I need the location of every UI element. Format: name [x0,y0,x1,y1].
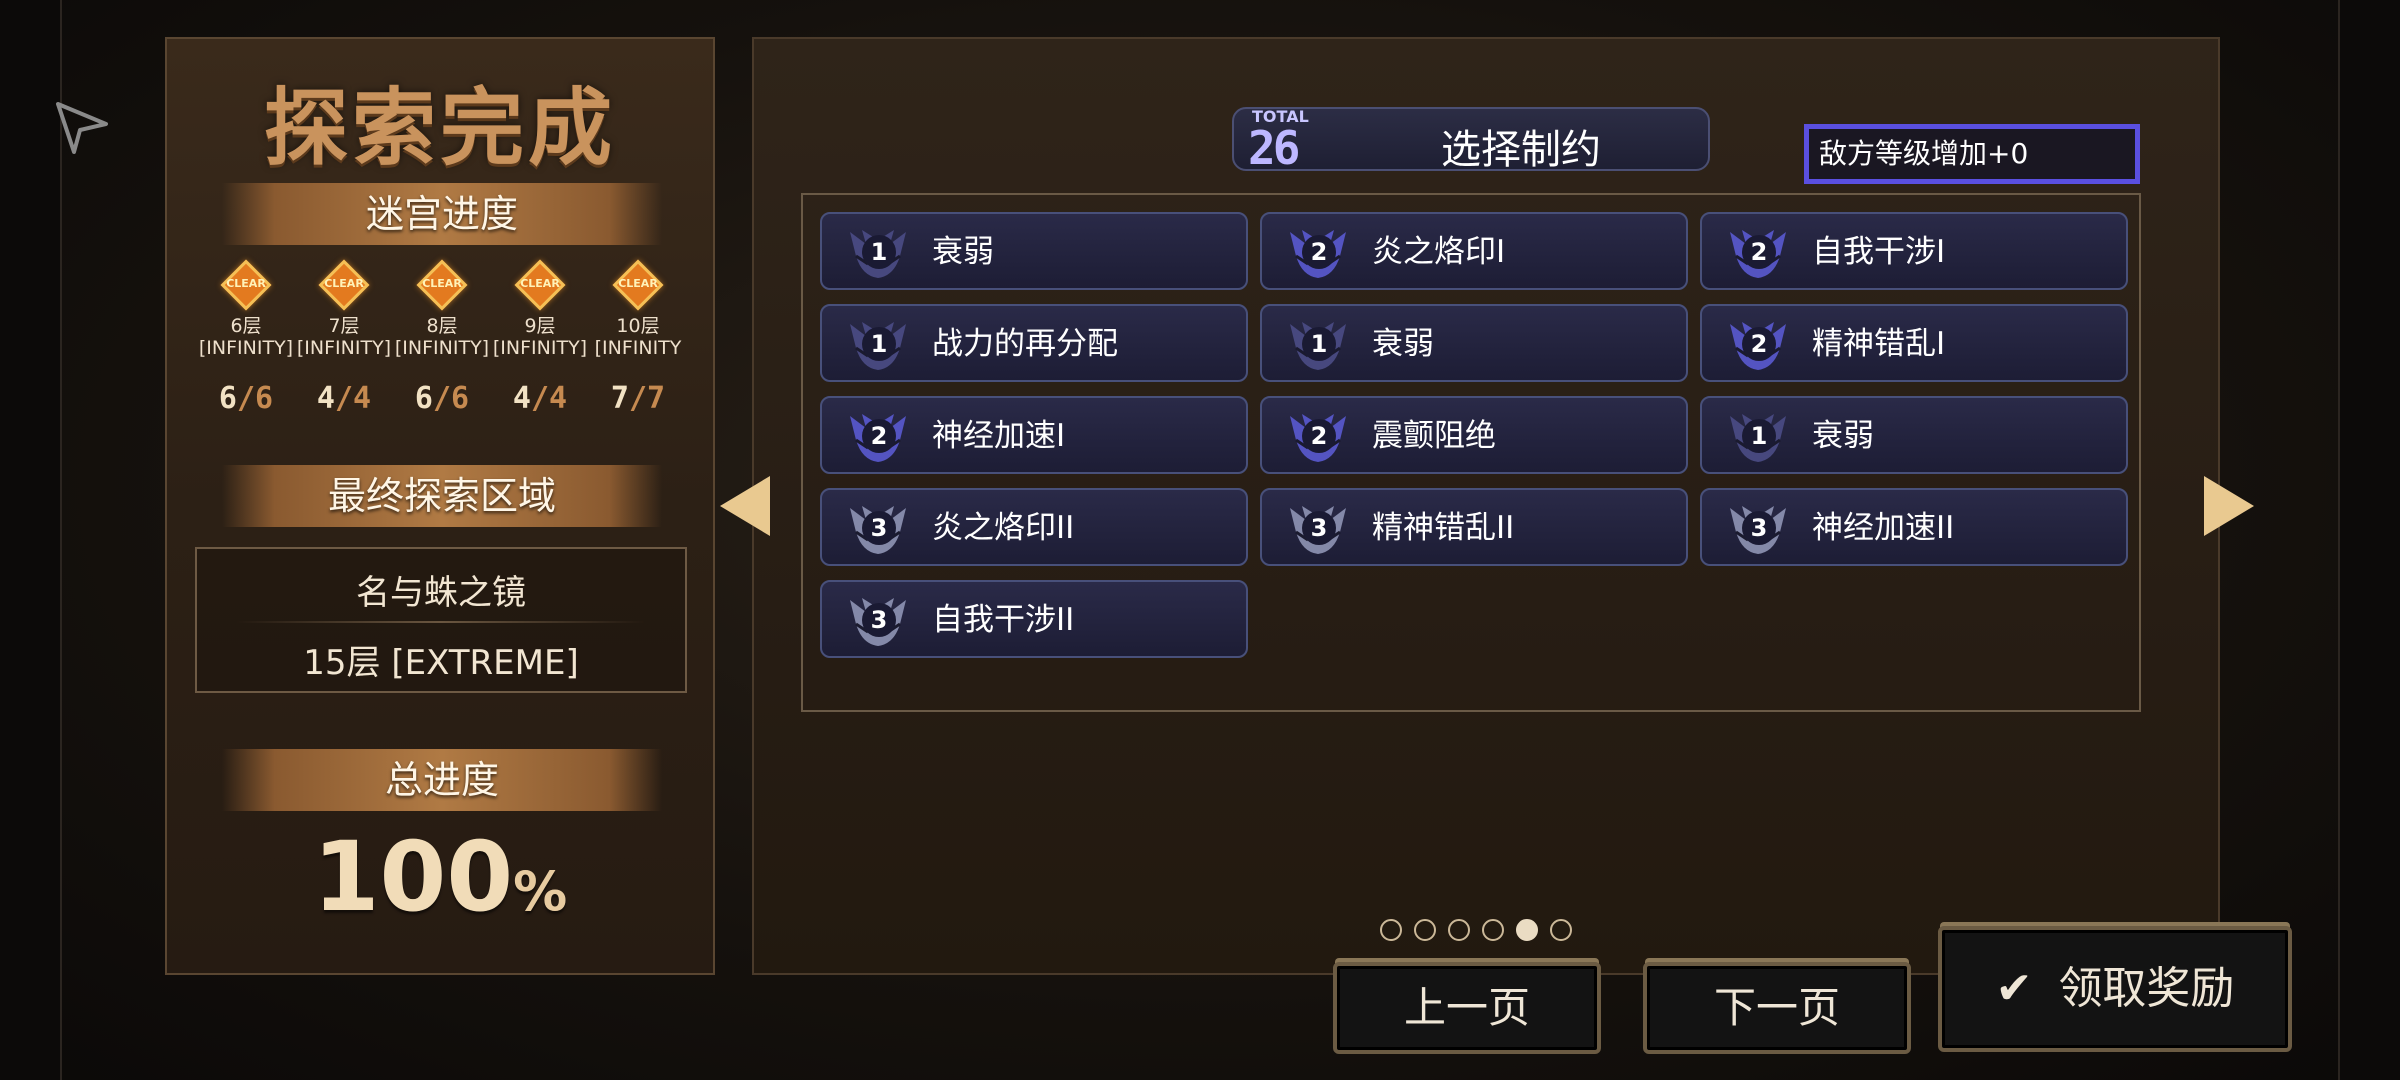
floor-count: 7/7 [610,381,666,416]
constraint-level: 2 [1742,327,1776,361]
enemy-level-indicator: 敌方等级增加+0 [1804,124,2140,184]
right-edge-frame [2338,0,2400,1080]
constraint-card[interactable]: 1 衰弱 [1700,396,2128,474]
page-dot[interactable] [1448,919,1470,941]
floor-difficulty: [INFINITY] [296,337,392,359]
next-page-button[interactable]: 下一页 [1643,962,1911,1054]
constraint-level: 2 [1742,235,1776,269]
constraint-level: 3 [1302,511,1336,545]
floor-count: 4/4 [512,381,568,416]
floor-item: CLEAR 7层 [INFINITY] 4/4 [295,259,393,416]
previous-arrow-icon[interactable] [720,476,770,536]
page-title: 探索完成 [263,78,616,177]
final-area-banner: 最终探索区域 [222,465,662,527]
constraint-card[interactable]: 2 神经加速I [820,396,1248,474]
floor-count: 6/6 [218,381,274,416]
page-dot[interactable] [1380,919,1402,941]
total-progress-value: 100% [312,821,568,933]
page-dot[interactable] [1550,919,1572,941]
floor-count: 6/6 [414,381,470,416]
total-value: 26 [1248,121,1300,175]
floor-difficulty: [INFINITY] [492,337,588,359]
constraint-name: 炎之烙印II [932,510,1075,546]
previous-page-button[interactable]: 上一页 [1333,962,1601,1054]
constraint-title: 选择制约 [1441,127,1601,173]
final-area-floor: 15层 [EXTREME] [303,643,579,683]
floor-item: CLEAR 10层 [INFINITY 7/7 [589,259,687,416]
constraint-card[interactable]: 1 衰弱 [1260,304,1688,382]
constraint-card[interactable]: 1 战力的再分配 [820,304,1248,382]
constraint-name: 自我干涉I [1812,234,1946,270]
floor-item: CLEAR 8层 [INFINITY] 6/6 [393,259,491,416]
constraint-card[interactable]: 2 精神错乱I [1700,304,2128,382]
clear-badge-icon: CLEAR [318,259,370,311]
checkmark-icon: ✔ [1995,963,2033,1014]
constraint-name: 衰弱 [932,234,994,270]
clear-badge-icon: CLEAR [514,259,566,311]
constraint-header: TOTAL 26 选择制约 [1232,107,1710,175]
floor-name: 10层 [616,315,660,337]
constraint-name: 自我干涉II [932,602,1075,638]
constraint-card[interactable]: 3 自我干涉II [820,580,1248,658]
floor-name: 7层 [328,315,360,337]
claim-reward-button[interactable]: ✔ 领取奖励 [1938,926,2292,1052]
constraint-card[interactable]: 3 炎之烙印II [820,488,1248,566]
constraint-card[interactable]: 2 震颤阻绝 [1260,396,1688,474]
constraint-level: 3 [1742,511,1776,545]
constraint-name: 炎之烙印I [1372,234,1506,270]
constraint-name: 震颤阻绝 [1372,418,1496,454]
constraint-card[interactable]: 3 神经加速II [1700,488,2128,566]
clear-badge-icon: CLEAR [416,259,468,311]
constraint-level: 1 [1302,327,1336,361]
constraint-level: 3 [862,511,896,545]
constraint-name: 战力的再分配 [932,326,1118,362]
final-area-name: 名与蛛之镜 [356,573,526,613]
final-area-box: 名与蛛之镜 15层 [EXTREME] [195,547,687,693]
divider [237,621,645,623]
next-arrow-icon[interactable] [2204,476,2254,536]
constraint-card[interactable]: 2 炎之烙印I [1260,212,1688,290]
clear-badge-icon: CLEAR [612,259,664,311]
constraint-level: 1 [1742,419,1776,453]
floor-difficulty: [INFINITY] [198,337,294,359]
constraint-level: 1 [862,235,896,269]
constraint-level: 2 [1302,235,1336,269]
constraint-name: 衰弱 [1372,326,1434,362]
floor-name: 8层 [426,315,458,337]
constraint-level: 3 [862,603,896,637]
exploration-summary-panel: 探索完成 迷宫进度 CLEAR 6层 [INFINITY] 6/6 CLEAR … [165,37,715,975]
constraint-card[interactable]: 2 自我干涉I [1700,212,2128,290]
floor-item: CLEAR 6层 [INFINITY] 6/6 [197,259,295,416]
maze-progress-banner: 迷宫进度 [222,183,662,245]
constraint-name: 精神错乱II [1372,510,1515,546]
constraint-level: 2 [862,419,896,453]
constraint-name: 神经加速I [932,418,1066,454]
floor-name: 6层 [230,315,262,337]
constraint-name: 衰弱 [1812,418,1874,454]
constraint-name: 神经加速II [1812,510,1955,546]
page-dot[interactable] [1516,919,1538,941]
floor-name: 9层 [524,315,556,337]
navigation-arrow-icon[interactable] [52,96,112,156]
constraint-level: 1 [862,327,896,361]
constraint-card[interactable]: 1 衰弱 [820,212,1248,290]
total-progress-banner: 总进度 [222,749,662,811]
floor-item: CLEAR 9层 [INFINITY] 4/4 [491,259,589,416]
floor-difficulty: [INFINITY [594,337,682,359]
left-edge-frame [0,0,62,1080]
page-dot[interactable] [1414,919,1436,941]
clear-badge-icon: CLEAR [220,259,272,311]
page-indicator [1380,919,1572,941]
constraint-card[interactable]: 3 精神错乱II [1260,488,1688,566]
floor-count: 4/4 [316,381,372,416]
floor-progress-list: CLEAR 6层 [INFINITY] 6/6 CLEAR 7层 [INFINI… [197,259,687,416]
page-dot[interactable] [1482,919,1504,941]
constraint-name: 精神错乱I [1812,326,1946,362]
constraint-level: 2 [1302,419,1336,453]
floor-difficulty: [INFINITY] [394,337,490,359]
claim-reward-label: 领取奖励 [2058,963,2235,1014]
